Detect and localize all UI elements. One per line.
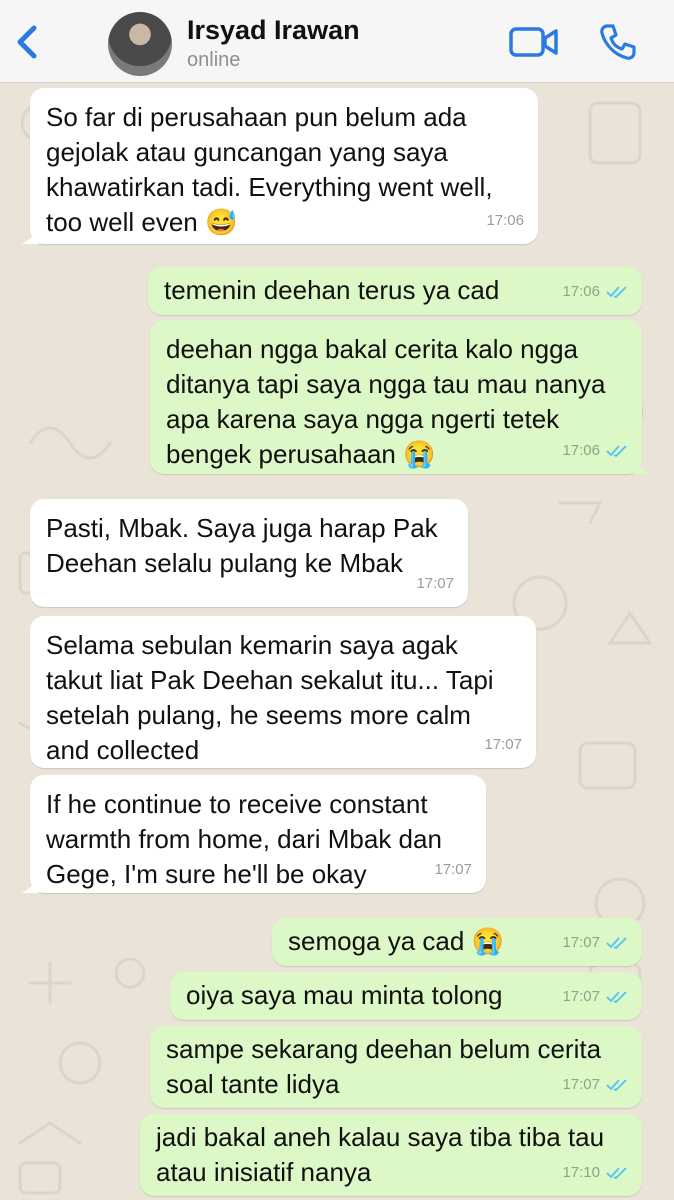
message-text: oiya saya mau minta tolong <box>186 980 503 1010</box>
message-time: 17:07 <box>484 736 522 753</box>
message-text: Pasti, Mbak. Saya juga harap Pak Deehan … <box>46 513 438 578</box>
message-time: 17:07 <box>434 861 472 878</box>
message-bubble-outgoing[interactable]: oiya saya mau minta tolong 17:07 <box>170 972 642 1020</box>
double-check-icon <box>606 990 627 1003</box>
message-bubble-outgoing[interactable]: deehan ngga bakal cerita kalo ngga ditan… <box>150 320 651 474</box>
message-time: 17:07 <box>416 575 454 592</box>
message-bubble-outgoing[interactable]: sampe sekarang deehan belum cerita soal … <box>150 1026 642 1108</box>
phone-call-icon[interactable] <box>598 22 638 62</box>
back-chevron-icon[interactable] <box>10 22 44 62</box>
message-text: Selama sebulan kemarin saya agak takut l… <box>46 630 494 765</box>
message-text: temenin deehan terus ya cad <box>164 275 500 305</box>
contact-name[interactable]: Irsyad Irawan <box>187 15 360 46</box>
message-bubble-incoming[interactable]: Pasti, Mbak. Saya juga harap Pak Deehan … <box>30 499 468 607</box>
contact-status: online <box>187 49 241 71</box>
message-text: jadi bakal aneh kalau saya tiba tiba tau… <box>156 1122 605 1187</box>
message-text: deehan ngga bakal cerita kalo ngga ditan… <box>166 334 606 469</box>
chat-header: Irsyad Irawan online <box>0 0 674 83</box>
double-check-icon <box>606 1166 627 1179</box>
bubble-tail <box>21 877 39 893</box>
message-bubble-incoming[interactable]: So far di perusahaan pun belum ada gejol… <box>21 88 538 244</box>
message-time: 17:06 <box>486 212 524 229</box>
double-check-icon <box>606 1078 627 1091</box>
message-time: 17:10 <box>562 1155 628 1190</box>
avatar[interactable] <box>108 12 172 76</box>
message-bubble-outgoing[interactable]: semoga ya cad 😭 17:07 <box>272 918 642 966</box>
message-text: So far di perusahaan pun belum ada gejol… <box>46 102 493 237</box>
double-check-icon <box>606 444 627 457</box>
double-check-icon <box>606 285 627 298</box>
video-call-icon[interactable] <box>509 24 559 60</box>
message-time: 17:07 <box>562 925 628 960</box>
message-text: sampe sekarang deehan belum cerita soal … <box>166 1034 602 1099</box>
double-check-icon <box>606 936 627 949</box>
message-bubble-outgoing[interactable]: temenin deehan terus ya cad 17:06 <box>148 267 642 315</box>
chat-area[interactable]: So far di perusahaan pun belum ada gejol… <box>0 83 674 1200</box>
bubble-tail <box>21 228 39 244</box>
message-time: 17:06 <box>562 274 628 309</box>
message-bubble-incoming[interactable]: Selama sebulan kemarin saya agak takut l… <box>30 616 536 768</box>
message-bubble-outgoing[interactable]: jadi bakal aneh kalau saya tiba tiba tau… <box>140 1114 642 1196</box>
message-time: 17:07 <box>562 979 628 1014</box>
bubble-tail <box>633 458 651 474</box>
message-time: 17:06 <box>562 433 628 468</box>
message-text: If he continue to receive constant warmt… <box>46 789 442 889</box>
message-bubble-incoming[interactable]: If he continue to receive constant warmt… <box>21 775 486 893</box>
message-time: 17:07 <box>562 1067 628 1102</box>
